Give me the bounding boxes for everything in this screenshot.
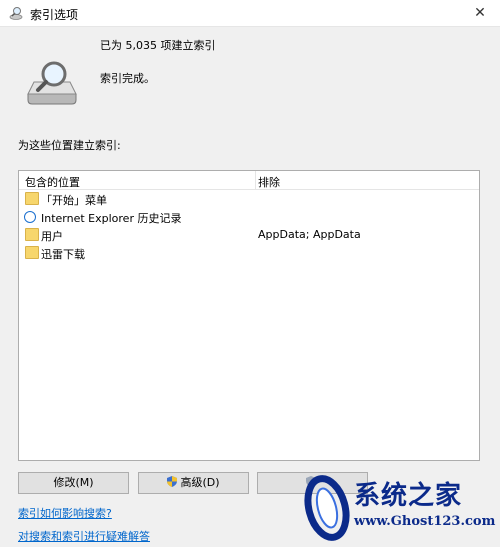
folder-icon [25, 246, 39, 259]
internet-explorer-icon [24, 211, 36, 223]
list-header: 包含的位置 排除 [19, 171, 479, 190]
column-included-locations[interactable]: 包含的位置 [25, 174, 80, 190]
how-indexing-affects-search-link[interactable]: 索引如何影响搜索? [18, 505, 112, 521]
location-name: 迅雷下载 [41, 248, 85, 261]
watermark: 系统之家 www.Ghost123.com [298, 470, 500, 547]
watermark-url: www.Ghost123.com [354, 514, 496, 529]
indexed-locations-list[interactable]: 包含的位置 排除 「开始」菜单 Internet Explorer 历史记录 用… [18, 170, 480, 461]
location-name: 用户 [41, 230, 63, 243]
list-item[interactable]: 用户 AppData; AppData [19, 226, 479, 244]
location-name: Internet Explorer 历史记录 [41, 212, 182, 225]
location-name: 「开始」菜单 [41, 194, 107, 207]
modify-button-label: 修改(M) [53, 476, 94, 489]
location-exclude: AppData; AppData [258, 228, 361, 241]
index-magnifier-icon [27, 61, 77, 105]
column-exclude[interactable]: 排除 [258, 174, 280, 190]
window-title: 索引选项 [30, 8, 79, 22]
uac-shield-icon [167, 476, 178, 487]
list-item[interactable]: 「开始」菜单 [19, 190, 479, 208]
advanced-button-label: 高级(D) [180, 476, 220, 489]
locations-label: 为这些位置建立索引: [18, 139, 121, 152]
indexing-options-icon [9, 7, 23, 20]
troubleshoot-search-link[interactable]: 对搜索和索引进行疑难解答 [18, 528, 150, 544]
watermark-title: 系统之家 [354, 481, 463, 511]
indexed-count-text: 已为 5,035 项建立索引 [100, 39, 216, 52]
list-item[interactable]: Internet Explorer 历史记录 [19, 208, 479, 226]
modify-button[interactable]: 修改(M) [18, 472, 129, 494]
close-button[interactable]: ✕ [460, 0, 500, 26]
watermark-logo-icon [304, 475, 350, 541]
column-divider [255, 171, 256, 189]
index-status-text: 索引完成。 [100, 72, 155, 85]
advanced-button[interactable]: 高级(D) [138, 472, 249, 494]
folder-icon [25, 228, 39, 241]
folder-icon [25, 192, 39, 205]
list-item[interactable]: 迅雷下载 [19, 244, 479, 262]
title-bar: 索引选项 ✕ [0, 0, 500, 27]
